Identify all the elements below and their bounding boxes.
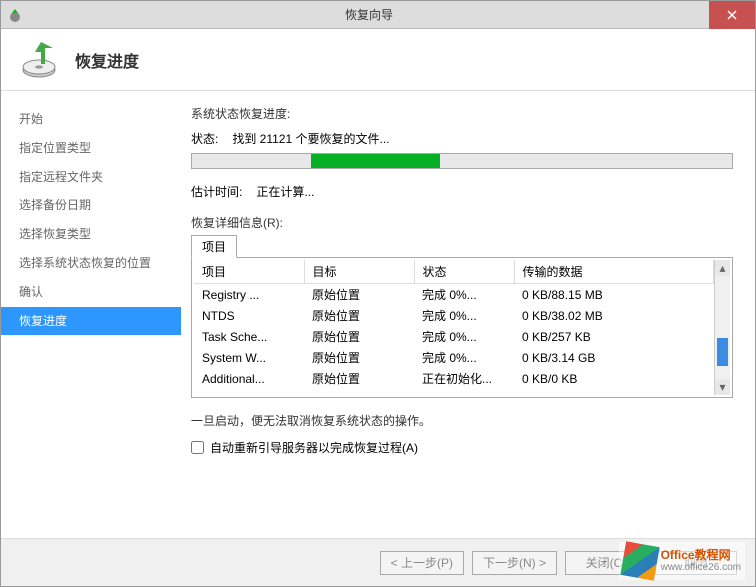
sidebar-item-recovery-progress[interactable]: 恢复进度 <box>1 307 181 336</box>
cell: 0 KB/0 KB <box>514 368 714 389</box>
sidebar-item-recovery-type[interactable]: 选择恢复类型 <box>1 220 181 249</box>
col-transferred[interactable]: 传输的数据 <box>514 260 714 284</box>
scroll-thumb[interactable] <box>717 338 728 366</box>
body: 开始 指定位置类型 指定远程文件夹 选择备份日期 选择恢复类型 选择系统状态恢复… <box>1 91 755 538</box>
cell: 原始位置 <box>304 326 414 347</box>
cell: Additional... <box>194 368 304 389</box>
close-icon <box>727 10 737 20</box>
cell: 0 KB/88.15 MB <box>514 284 714 306</box>
auto-reboot-checkbox[interactable] <box>191 441 204 454</box>
scroll-track[interactable] <box>715 276 730 379</box>
scroll-up-icon[interactable]: ▴ <box>715 260 730 276</box>
cell: Task Sche... <box>194 326 304 347</box>
watermark: Office教程网 www.office26.com <box>619 542 745 580</box>
table-row[interactable]: Task Sche...原始位置完成 0%...0 KB/257 KB <box>194 326 714 347</box>
table-row[interactable]: NTDS原始位置完成 0%...0 KB/38.02 MB <box>194 305 714 326</box>
main-panel: 系统状态恢复进度: 状态: 找到 21121 个要恢复的文件... 估计时间: … <box>181 91 755 538</box>
col-status[interactable]: 状态 <box>414 260 514 284</box>
sidebar-item-confirm[interactable]: 确认 <box>1 278 181 307</box>
notice-text: 一旦启动，便无法取消恢复系统状态的操作。 <box>191 412 733 429</box>
tab-strip: 项目 <box>191 235 733 258</box>
header: 恢复进度 <box>1 29 755 91</box>
progress-label: 系统状态恢复进度: <box>191 105 733 122</box>
sidebar-item-system-state-location[interactable]: 选择系统状态恢复的位置 <box>1 249 181 278</box>
cell: 0 KB/38.02 MB <box>514 305 714 326</box>
status-value: 找到 21121 个要恢复的文件... <box>232 130 389 147</box>
details-table-wrap: 项目 目标 状态 传输的数据 Registry ...原始位置完成 0%...0… <box>191 258 733 398</box>
col-item[interactable]: 项目 <box>194 260 304 284</box>
cell: 原始位置 <box>304 284 414 306</box>
eta-label: 估计时间: <box>191 183 242 200</box>
cell: 完成 0%... <box>414 284 514 306</box>
sidebar-item-backup-date[interactable]: 选择备份日期 <box>1 191 181 220</box>
details-label: 恢复详细信息(R): <box>191 214 733 231</box>
cell: 0 KB/3.14 GB <box>514 347 714 368</box>
recovery-icon <box>19 40 59 80</box>
table-row[interactable]: Registry ...原始位置完成 0%...0 KB/88.15 MB <box>194 284 714 306</box>
cell: 0 KB/257 KB <box>514 326 714 347</box>
scroll-down-icon[interactable]: ▾ <box>715 379 730 395</box>
page-title: 恢复进度 <box>75 48 139 72</box>
eta-line: 估计时间: 正在计算... <box>191 183 733 200</box>
cell: 完成 0%... <box>414 326 514 347</box>
prev-button[interactable]: < 上一步(P) <box>380 551 464 575</box>
titlebar: 恢复向导 <box>1 1 755 29</box>
footer: < 上一步(P) 下一步(N) > 关闭(C) 取消 Office教程网 www… <box>1 538 755 586</box>
progress-fill <box>311 154 441 168</box>
cell: 正在初始化... <box>414 368 514 389</box>
office-icon <box>620 541 659 580</box>
auto-reboot-label: 自动重新引导服务器以完成恢复过程(A) <box>210 439 418 456</box>
status-line: 状态: 找到 21121 个要恢复的文件... <box>191 130 733 147</box>
close-button[interactable] <box>709 1 755 29</box>
table-header-row: 项目 目标 状态 传输的数据 <box>194 260 714 284</box>
tab-items[interactable]: 项目 <box>191 235 237 258</box>
cell: 原始位置 <box>304 368 414 389</box>
table-row[interactable]: System W...原始位置完成 0%...0 KB/3.14 GB <box>194 347 714 368</box>
wizard-window: 恢复向导 恢复进度 开始 指定位置类型 指定远程文件夹 选择备份日期 选择恢复类… <box>0 0 756 587</box>
cell: 完成 0%... <box>414 305 514 326</box>
table-row[interactable]: Additional...原始位置正在初始化...0 KB/0 KB <box>194 368 714 389</box>
cell: Registry ... <box>194 284 304 306</box>
status-label: 状态: <box>191 130 218 147</box>
cell: System W... <box>194 347 304 368</box>
eta-value: 正在计算... <box>256 183 314 200</box>
cell: 完成 0%... <box>414 347 514 368</box>
next-button[interactable]: 下一步(N) > <box>472 551 557 575</box>
col-target[interactable]: 目标 <box>304 260 414 284</box>
watermark-title: Office教程网 <box>661 549 741 562</box>
sidebar: 开始 指定位置类型 指定远程文件夹 选择备份日期 选择恢复类型 选择系统状态恢复… <box>1 91 181 538</box>
app-icon <box>7 7 23 23</box>
sidebar-item-remote-folder[interactable]: 指定远程文件夹 <box>1 163 181 192</box>
cell: 原始位置 <box>304 347 414 368</box>
cell: NTDS <box>194 305 304 326</box>
sidebar-item-start[interactable]: 开始 <box>1 105 181 134</box>
sidebar-item-location-type[interactable]: 指定位置类型 <box>1 134 181 163</box>
watermark-url: www.office26.com <box>661 562 741 573</box>
auto-reboot-row[interactable]: 自动重新引导服务器以完成恢复过程(A) <box>191 439 733 456</box>
progress-bar <box>191 153 733 169</box>
cell: 原始位置 <box>304 305 414 326</box>
details-table: 项目 目标 状态 传输的数据 Registry ...原始位置完成 0%...0… <box>194 260 714 389</box>
vertical-scrollbar[interactable]: ▴ ▾ <box>714 260 730 395</box>
window-title: 恢复向导 <box>29 6 709 23</box>
